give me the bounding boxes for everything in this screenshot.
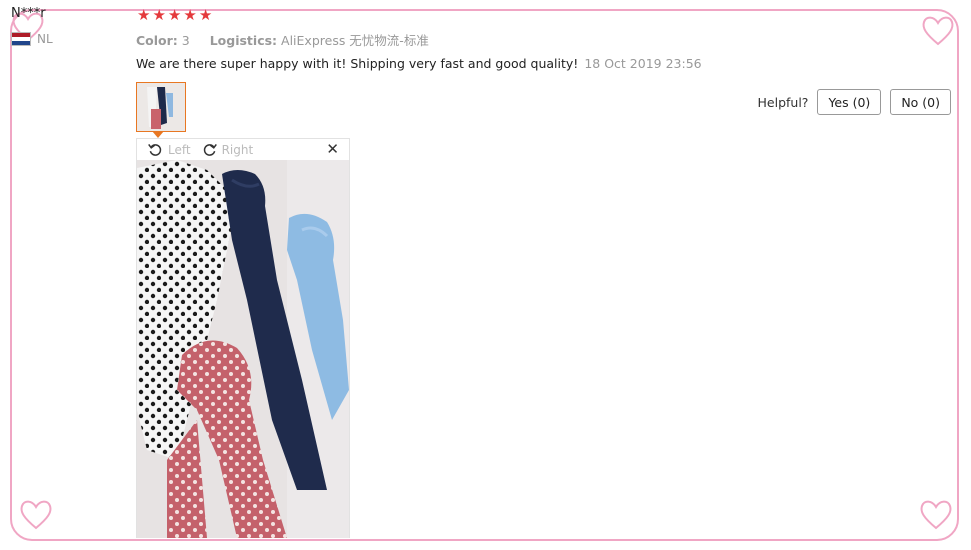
rotate-right-button[interactable]: Right [201, 141, 254, 158]
star-icon: ★ [198, 6, 213, 24]
star-icon: ★ [183, 6, 197, 24]
heart-corner-icon [920, 500, 952, 530]
star-icon: ★ [152, 6, 166, 24]
helpful-label: Helpful? [757, 94, 809, 110]
rotate-left-button[interactable]: Left [147, 141, 191, 158]
helpful-no-button[interactable]: No (0) [890, 89, 951, 115]
reviewer-name: N***r [11, 6, 46, 21]
heart-corner-icon [922, 16, 954, 46]
helpful-voting: Helpful? Yes (0) No (0) [758, 89, 951, 115]
star-icon: ★ [167, 6, 182, 24]
country-code: NL [37, 32, 53, 46]
review-photo [137, 160, 349, 538]
close-icon[interactable]: ✕ [326, 140, 339, 158]
photo-viewer-toolbar: Left Right ✕ [137, 139, 349, 160]
logistics-label: Logistics: [209, 33, 278, 48]
nl-flag-icon [11, 32, 31, 46]
review-body: We are there super happy with it! Shippi… [136, 56, 702, 71]
review-meta: Color: 3 Logistics: AliExpress 无忧物流-标准 [136, 30, 429, 49]
review-date: 18 Oct 2019 23:56 [584, 56, 702, 71]
rotate-left-label: Left [168, 142, 191, 157]
rotate-left-icon [148, 143, 162, 156]
rotate-right-icon [203, 143, 217, 156]
photo-viewer: Left Right ✕ [136, 138, 350, 538]
color-value: 3 [181, 33, 190, 48]
logistics-value: AliExpress 无忧物流-标准 [281, 33, 429, 48]
helpful-yes-button[interactable]: Yes (0) [817, 89, 882, 115]
color-label: Color: [136, 33, 178, 48]
heart-corner-icon [20, 500, 52, 530]
thumbnail-pointer [152, 131, 164, 138]
review-text: We are there super happy with it! Shippi… [136, 56, 579, 71]
rotate-right-label: Right [221, 142, 254, 157]
review-photo-thumbnail[interactable] [136, 82, 186, 132]
star-rating: ★ ★ ★ ★ ★ [137, 6, 212, 24]
star-icon: ★ [137, 6, 151, 24]
reviewer-country: NL [11, 32, 53, 46]
